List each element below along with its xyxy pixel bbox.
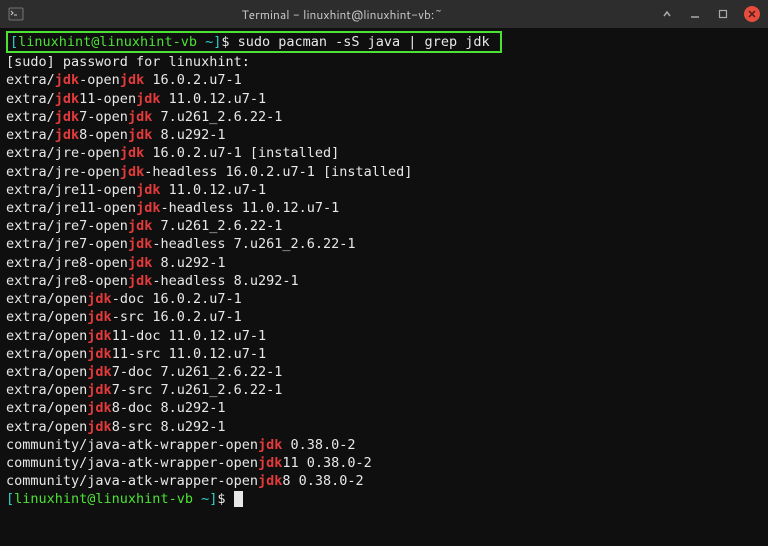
result-line: extra/jdk-openjdk 16.0.2.u7-1: [6, 71, 762, 89]
result-line: extra/openjdk-doc 16.0.2.u7-1: [6, 290, 762, 308]
result-line: extra/jre8-openjdk-headless 8.u292-1: [6, 272, 762, 290]
results-list: extra/jdk-openjdk 16.0.2.u7-1extra/jdk11…: [6, 71, 762, 490]
prompt-dollar: $: [221, 34, 237, 50]
cursor: [234, 491, 243, 507]
result-line: extra/openjdk11-doc 11.0.12.u7-1: [6, 327, 762, 345]
result-line: extra/jdk8-openjdk 8.u292-1: [6, 126, 762, 144]
prompt-user: linuxhint@linuxhint-vb: [18, 34, 197, 50]
result-line: extra/jre11-openjdk 11.0.12.u7-1: [6, 181, 762, 199]
titlebar-left: [8, 6, 24, 22]
prompt-path: ~: [193, 491, 209, 507]
result-line: extra/jre11-openjdk-headless 11.0.12.u7-…: [6, 199, 762, 217]
prompt-path: ~: [197, 34, 213, 50]
result-line: extra/openjdk-src 16.0.2.u7-1: [6, 308, 762, 326]
result-line: extra/jre7-openjdk 7.u261_2.6.22-1: [6, 217, 762, 235]
result-line: extra/openjdk8-doc 8.u292-1: [6, 399, 762, 417]
result-line: extra/jre8-openjdk 8.u292-1: [6, 254, 762, 272]
result-line: extra/openjdk7-src 7.u261_2.6.22-1: [6, 381, 762, 399]
window-title: Terminal - linuxhint@linuxhint-vb:~: [24, 6, 660, 23]
titlebar[interactable]: Terminal - linuxhint@linuxhint-vb:~: [0, 0, 768, 28]
result-line: extra/openjdk8-src 8.u292-1: [6, 418, 762, 436]
minimize-button[interactable]: [688, 7, 702, 21]
result-line: extra/jre7-openjdk-headless 7.u261_2.6.2…: [6, 235, 762, 253]
prompt-line-2: [linuxhint@linuxhint-vb ~]$: [6, 490, 762, 508]
result-line: extra/jre-openjdk 16.0.2.u7-1 [installed…: [6, 144, 762, 162]
result-line: extra/openjdk11-src 11.0.12.u7-1: [6, 345, 762, 363]
prompt-dollar: $: [217, 491, 233, 507]
prompt-line-1: [linuxhint@linuxhint-vb ~]$ sudo pacman …: [6, 32, 762, 53]
maximize-button[interactable]: [716, 7, 730, 21]
prompt-user: linuxhint@linuxhint-vb: [14, 491, 193, 507]
result-line: extra/openjdk7-doc 7.u261_2.6.22-1: [6, 363, 762, 381]
result-line: extra/jdk7-openjdk 7.u261_2.6.22-1: [6, 108, 762, 126]
terminal-window: Terminal - linuxhint@linuxhint-vb:~ [lin…: [0, 0, 768, 546]
prompt-bracket-open: [: [6, 491, 14, 507]
command-text: sudo pacman -sS java | grep jdk: [238, 34, 490, 50]
caret-up-icon[interactable]: [660, 7, 674, 21]
result-line: community/java-atk-wrapper-openjdk11 0.3…: [6, 454, 762, 472]
result-line: community/java-atk-wrapper-openjdk8 0.38…: [6, 472, 762, 490]
prompt-bracket-open: [: [10, 34, 18, 50]
close-button[interactable]: [744, 6, 760, 22]
result-line: extra/jdk11-openjdk 11.0.12.u7-1: [6, 90, 762, 108]
sudo-prompt: [sudo] password for linuxhint:: [6, 53, 762, 71]
window-controls: [660, 6, 760, 22]
terminal-content[interactable]: [linuxhint@linuxhint-vb ~]$ sudo pacman …: [0, 28, 768, 546]
command-highlight-box: [linuxhint@linuxhint-vb ~]$ sudo pacman …: [6, 31, 502, 53]
result-line: extra/jre-openjdk-headless 16.0.2.u7-1 […: [6, 163, 762, 181]
result-line: community/java-atk-wrapper-openjdk 0.38.…: [6, 436, 762, 454]
terminal-app-icon: [8, 6, 24, 22]
